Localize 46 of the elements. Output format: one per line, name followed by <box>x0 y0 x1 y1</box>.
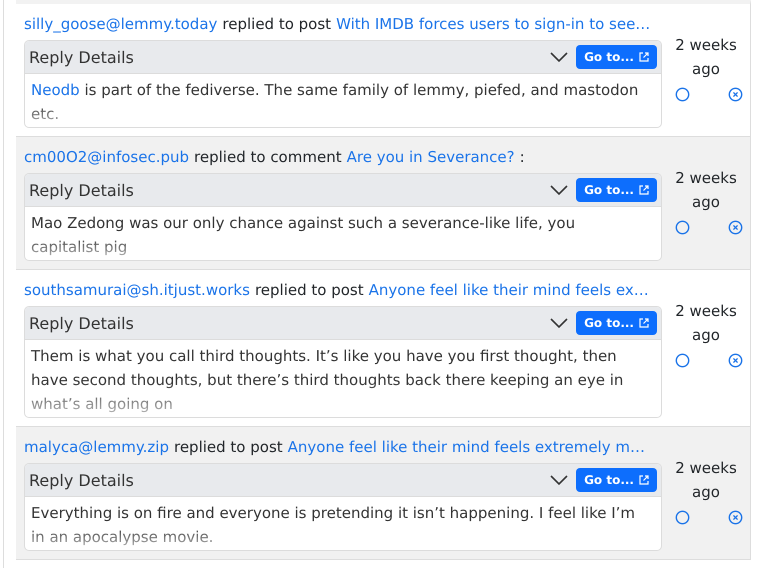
reply-text: Them is what you call third thoughts. It’s like you have you first thought, then have second thoughts, but there’s third thoughts back there keeping an eye in what’s all going on <box>30 346 624 415</box>
goto-button[interactable]: Go to... <box>576 468 657 492</box>
external-link-icon <box>639 318 649 328</box>
goto-button[interactable]: Go to... <box>576 178 657 202</box>
post-link[interactable]: Anyone feel like their mind feels ex… <box>368 279 649 301</box>
circle-icon[interactable] <box>675 220 690 235</box>
timestamp: 2 weeks ago <box>674 458 738 503</box>
close-icon[interactable] <box>728 220 743 235</box>
reply-text: Mao Zedong was our only chance against such a severance-like life, you capitalist pig <box>30 213 576 258</box>
reply-text: Neodb is part of the fediverse. The same family of lemmy, piefed, and mastodon etc. <box>30 80 640 125</box>
external-link-icon <box>639 52 649 62</box>
user-link[interactable]: malyca@lemmy.zip <box>24 436 169 458</box>
card-title: Reply Details <box>29 48 135 66</box>
user-link[interactable]: southsamurai@sh.itjust.works <box>24 279 250 301</box>
action-text: replied to post <box>174 437 283 458</box>
card-title: Reply Details <box>29 314 135 332</box>
chevron-down-icon[interactable] <box>550 51 568 63</box>
timestamp: 2 weeks ago <box>674 35 738 80</box>
post-link[interactable]: Anyone feel like their mind feels extremely m… <box>288 436 645 458</box>
close-icon[interactable] <box>728 353 743 368</box>
action-text: replied to comment <box>194 147 342 168</box>
external-link-icon <box>639 185 649 195</box>
body-link[interactable]: Neodb <box>31 81 80 99</box>
action-text: replied to post <box>222 14 332 35</box>
timestamp: 2 weeks ago <box>674 168 738 213</box>
post-link[interactable]: With IMDB forces users to sign-in to see… <box>336 13 650 35</box>
action-text: replied to post <box>254 280 364 301</box>
circle-icon[interactable] <box>675 353 690 368</box>
goto-button[interactable]: Go to... <box>576 45 657 69</box>
close-icon[interactable] <box>728 510 743 525</box>
timestamp: 2 weeks ago <box>674 301 738 346</box>
circle-icon[interactable] <box>675 510 690 525</box>
colon-text: : <box>520 147 525 168</box>
goto-button[interactable]: Go to... <box>576 311 657 335</box>
chevron-down-icon[interactable] <box>550 474 568 486</box>
user-link[interactable]: cm00O2@infosec.pub <box>24 146 190 168</box>
card-title: Reply Details <box>29 470 135 490</box>
user-link[interactable]: silly_goose@lemmy.today <box>24 13 218 35</box>
chevron-down-icon[interactable] <box>550 184 568 196</box>
card-title: Reply Details <box>29 180 135 200</box>
reply-text: Everything is on fire and everyone is pretending it isn’t happening. I feel like I’m in an apocalypse movie. <box>30 503 636 548</box>
external-link-icon <box>639 475 649 485</box>
circle-icon[interactable] <box>675 87 690 102</box>
close-icon[interactable] <box>728 87 743 102</box>
post-link[interactable]: Are you in Severance? <box>346 146 515 168</box>
chevron-down-icon[interactable] <box>550 317 568 329</box>
